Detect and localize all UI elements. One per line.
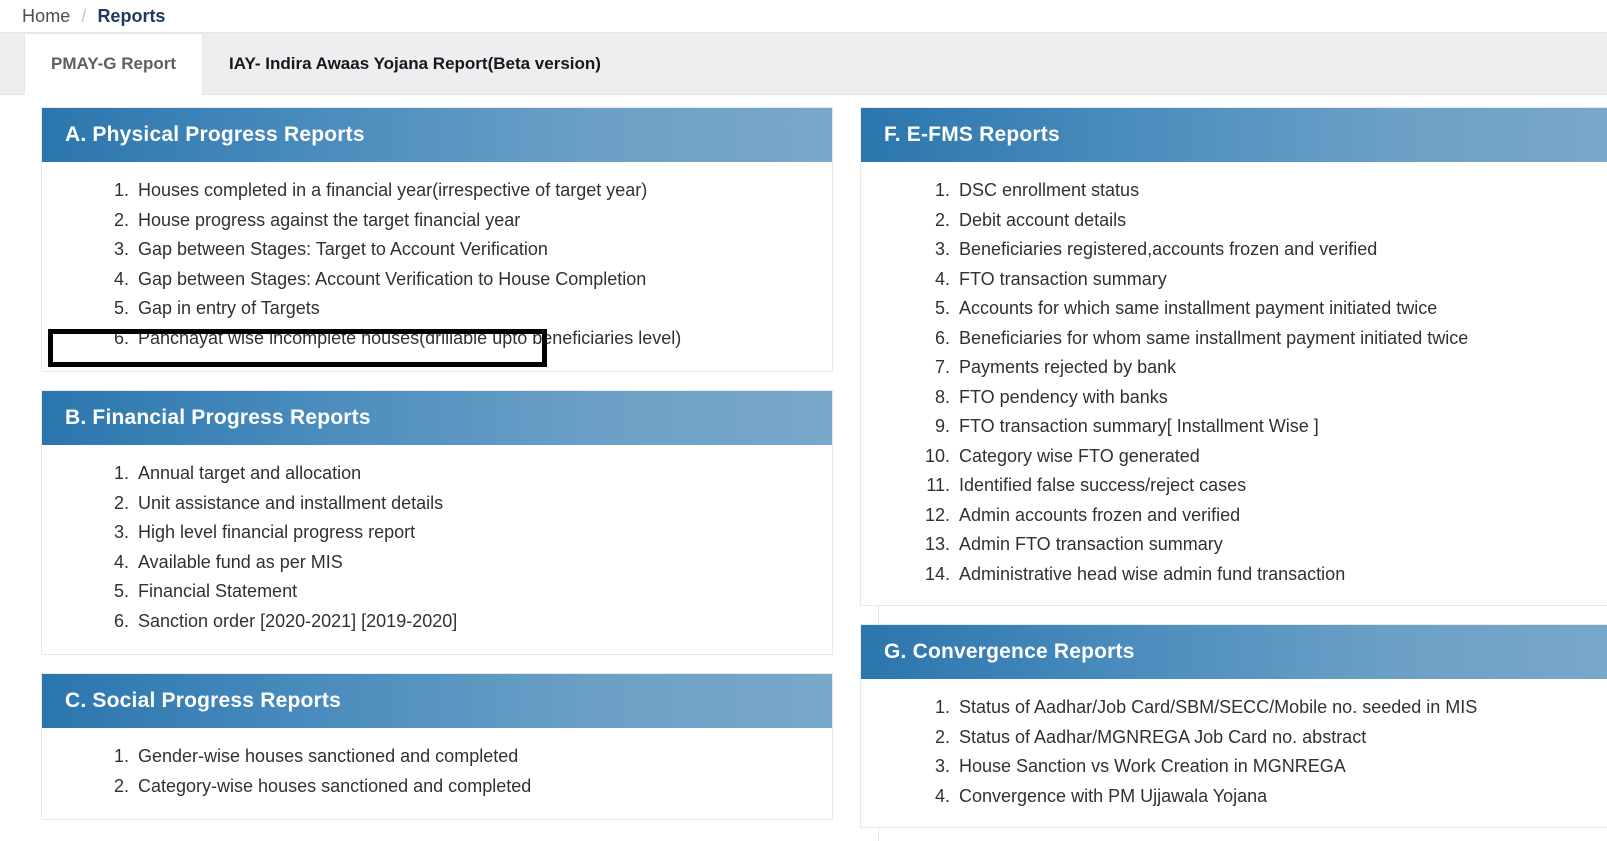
tab-iay-indira-awaas-yojana-report[interactable]: IAY- Indira Awaas Yojana Report(Beta ver… (203, 33, 627, 94)
panel-header-b: B. Financial Progress Reports (42, 391, 832, 445)
report-list-b: Annual target and allocation Unit assist… (42, 459, 832, 636)
list-item[interactable]: Available fund as per MIS (134, 548, 832, 578)
panel-social-progress-reports: C. Social Progress Reports Gender-wise h… (41, 673, 833, 820)
list-item[interactable]: Admin FTO transaction summary (955, 530, 1607, 560)
list-item[interactable]: Gap in entry of Targets (134, 294, 832, 324)
reports-page-body: A. Physical Progress Reports Houses comp… (0, 95, 1607, 841)
panel-convergence-reports: G. Convergence Reports Status of Aadhar/… (860, 624, 1607, 828)
reports-column-right: F. E-FMS Reports DSC enrollment status D… (860, 107, 1607, 841)
list-item[interactable]: Payments rejected by bank (955, 353, 1607, 383)
list-item[interactable]: DSC enrollment status (955, 176, 1607, 206)
panel-body-f: DSC enrollment status Debit account deta… (861, 162, 1607, 605)
list-item[interactable]: FTO transaction summary[ Installment Wis… (955, 412, 1607, 442)
list-item[interactable]: Admin accounts frozen and verified (955, 501, 1607, 531)
breadcrumb: Home / Reports (0, 0, 1607, 33)
list-item[interactable]: Status of Aadhar/MGNREGA Job Card no. ab… (955, 723, 1607, 753)
list-item[interactable]: Status of Aadhar/Job Card/SBM/SECC/Mobil… (955, 693, 1607, 723)
list-item[interactable]: Sanction order [2020-2021] [2019-2020] (134, 607, 832, 637)
list-item[interactable]: Annual target and allocation (134, 459, 832, 489)
panel-body-c: Gender-wise houses sanctioned and comple… (42, 728, 832, 819)
panel-physical-progress-reports: A. Physical Progress Reports Houses comp… (41, 107, 833, 372)
list-item[interactable]: Panchayat wise incomplete houses(drillab… (134, 324, 832, 354)
list-item[interactable]: Financial Statement (134, 577, 832, 607)
list-item[interactable]: Category wise FTO generated (955, 442, 1607, 472)
reports-column-left: A. Physical Progress Reports Houses comp… (41, 107, 833, 838)
breadcrumb-current-reports: Reports (97, 6, 165, 27)
list-item[interactable]: Debit account details (955, 206, 1607, 236)
breadcrumb-separator: / (81, 6, 86, 27)
list-item[interactable]: Houses completed in a financial year(irr… (134, 176, 832, 206)
report-list-a: Houses completed in a financial year(irr… (42, 176, 832, 353)
list-item[interactable]: Convergence with PM Ujjawala Yojana (955, 782, 1607, 812)
list-item[interactable]: High level financial progress report (134, 518, 832, 548)
list-item[interactable]: Administrative head wise admin fund tran… (955, 560, 1607, 590)
list-item[interactable]: FTO transaction summary (955, 265, 1607, 295)
list-item[interactable]: Gap between Stages: Account Verification… (134, 265, 832, 295)
report-list-g: Status of Aadhar/Job Card/SBM/SECC/Mobil… (861, 693, 1607, 811)
report-list-c: Gender-wise houses sanctioned and comple… (42, 742, 832, 801)
panel-header-a: A. Physical Progress Reports (42, 108, 832, 162)
report-list-f: DSC enrollment status Debit account deta… (861, 176, 1607, 589)
tab-pmay-g-report[interactable]: PMAY-G Report (24, 33, 203, 95)
list-item[interactable]: Accounts for which same installment paym… (955, 294, 1607, 324)
list-item[interactable]: FTO pendency with banks (955, 383, 1607, 413)
list-item[interactable]: Beneficiaries registered,accounts frozen… (955, 235, 1607, 265)
list-item[interactable]: House progress against the target financ… (134, 206, 832, 236)
panel-financial-progress-reports: B. Financial Progress Reports Annual tar… (41, 390, 833, 655)
list-item[interactable]: Category-wise houses sanctioned and comp… (134, 772, 832, 802)
panel-efms-reports: F. E-FMS Reports DSC enrollment status D… (860, 107, 1607, 606)
panel-body-a: Houses completed in a financial year(irr… (42, 162, 832, 371)
list-item[interactable]: Identified false success/reject cases (955, 471, 1607, 501)
panel-header-g: G. Convergence Reports (861, 625, 1607, 679)
list-item[interactable]: House Sanction vs Work Creation in MGNRE… (955, 752, 1607, 782)
list-item[interactable]: Gender-wise houses sanctioned and comple… (134, 742, 832, 772)
report-tab-strip: PMAY-G Report IAY- Indira Awaas Yojana R… (0, 33, 1607, 95)
list-item[interactable]: Unit assistance and installment details (134, 489, 832, 519)
list-item[interactable]: Beneficiaries for whom same installment … (955, 324, 1607, 354)
panel-header-c: C. Social Progress Reports (42, 674, 832, 728)
breadcrumb-link-home[interactable]: Home (22, 6, 70, 27)
panel-body-g: Status of Aadhar/Job Card/SBM/SECC/Mobil… (861, 679, 1607, 827)
panel-body-b: Annual target and allocation Unit assist… (42, 445, 832, 654)
list-item[interactable]: Gap between Stages: Target to Account Ve… (134, 235, 832, 265)
panel-header-f: F. E-FMS Reports (861, 108, 1607, 162)
